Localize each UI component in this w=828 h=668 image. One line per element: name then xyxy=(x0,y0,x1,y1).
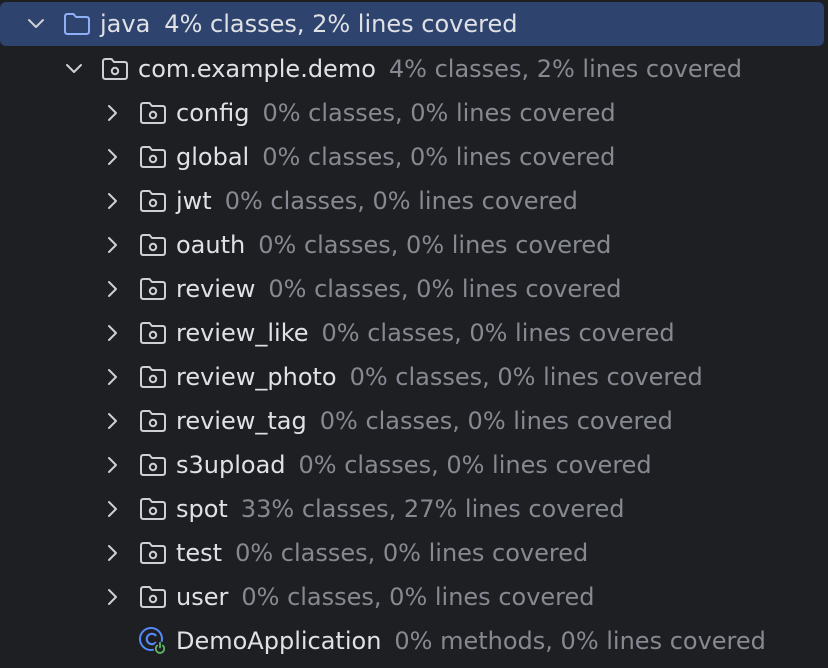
tree-row-name: test xyxy=(176,539,223,567)
chevron-right-icon[interactable] xyxy=(102,279,122,299)
spring-boot-class-icon xyxy=(138,627,168,655)
tree-row-s3upload[interactable]: s3upload 0% classes, 0% lines covered xyxy=(0,443,828,487)
package-icon xyxy=(138,408,168,434)
package-icon xyxy=(100,56,130,82)
tree-row-name: user xyxy=(176,583,229,611)
tree-row-java[interactable]: java 4% classes, 2% lines covered xyxy=(0,2,824,46)
coverage-text: 0% classes, 0% lines covered xyxy=(349,363,703,391)
coverage-text: 0% classes, 0% lines covered xyxy=(319,407,673,435)
coverage-text: 0% classes, 0% lines covered xyxy=(298,451,652,479)
package-icon xyxy=(138,364,168,390)
tree-row-review[interactable]: review 0% classes, 0% lines covered xyxy=(0,267,828,311)
coverage-text: 0% classes, 0% lines covered xyxy=(262,99,616,127)
package-icon xyxy=(138,496,168,522)
package-icon xyxy=(138,144,168,170)
tree-row-name: s3upload xyxy=(176,451,286,479)
tree-row-review-photo[interactable]: review_photo 0% classes, 0% lines covere… xyxy=(0,355,828,399)
tree-row-name: review_tag xyxy=(176,407,307,435)
tree-row-com-example-demo[interactable]: com.example.demo 4% classes, 2% lines co… xyxy=(0,47,828,91)
package-icon xyxy=(138,100,168,126)
chevron-right-icon[interactable] xyxy=(102,543,122,563)
package-icon xyxy=(138,452,168,478)
tree-row-config[interactable]: config 0% classes, 0% lines covered xyxy=(0,91,828,135)
coverage-text: 0% methods, 0% lines covered xyxy=(394,627,766,655)
tree-row-name: review_like xyxy=(176,319,309,347)
coverage-text: 0% classes, 0% lines covered xyxy=(235,539,589,567)
tree-row-name: global xyxy=(176,143,250,171)
chevron-right-icon[interactable] xyxy=(102,323,122,343)
package-icon xyxy=(138,188,168,214)
tree-row-name: DemoApplication xyxy=(176,627,382,655)
chevron-right-icon[interactable] xyxy=(102,147,122,167)
folder-icon xyxy=(62,11,92,37)
chevron-right-icon[interactable] xyxy=(102,235,122,255)
coverage-text: 0% classes, 0% lines covered xyxy=(258,231,612,259)
chevron-right-icon[interactable] xyxy=(102,103,122,123)
tree-row-name: jwt xyxy=(176,187,212,215)
tree-row-review-like[interactable]: review_like 0% classes, 0% lines covered xyxy=(0,311,828,355)
package-icon xyxy=(138,232,168,258)
tree-row-name: java xyxy=(100,10,151,38)
coverage-text: 33% classes, 27% lines covered xyxy=(240,495,625,523)
chevron-right-icon[interactable] xyxy=(102,499,122,519)
coverage-text: 0% classes, 0% lines covered xyxy=(241,583,595,611)
tree-row-global[interactable]: global 0% classes, 0% lines covered xyxy=(0,135,828,179)
package-icon xyxy=(138,540,168,566)
tree-row-name: review_photo xyxy=(176,363,337,391)
coverage-text: 4% classes, 2% lines covered xyxy=(388,55,743,83)
coverage-text: 0% classes, 0% lines covered xyxy=(262,143,616,171)
chevron-right-icon[interactable] xyxy=(102,411,122,431)
tree-row-name: oauth xyxy=(176,231,246,259)
tree-row-spot[interactable]: spot 33% classes, 27% lines covered xyxy=(0,487,828,531)
tree-row-user[interactable]: user 0% classes, 0% lines covered xyxy=(0,575,828,619)
tree-row-name: review xyxy=(176,275,256,303)
tree-row-review-tag[interactable]: review_tag 0% classes, 0% lines covered xyxy=(0,399,828,443)
tree-row-name: spot xyxy=(176,495,228,523)
chevron-right-icon[interactable] xyxy=(102,587,122,607)
tree-row-test[interactable]: test 0% classes, 0% lines covered xyxy=(0,531,828,575)
tree-row-demo-application[interactable]: DemoApplication 0% methods, 0% lines cov… xyxy=(0,619,828,663)
tree-row-jwt[interactable]: jwt 0% classes, 0% lines covered xyxy=(0,179,828,223)
coverage-text: 4% classes, 2% lines covered xyxy=(164,10,518,38)
package-icon xyxy=(138,320,168,346)
chevron-right-icon[interactable] xyxy=(102,455,122,475)
chevron-right-icon[interactable] xyxy=(102,367,122,387)
tree-row-name: com.example.demo xyxy=(138,55,376,83)
tree-row-name: config xyxy=(176,99,250,127)
package-icon xyxy=(138,276,168,302)
coverage-text: 0% classes, 0% lines covered xyxy=(224,187,578,215)
chevron-right-icon[interactable] xyxy=(102,191,122,211)
tree-row-oauth[interactable]: oauth 0% classes, 0% lines covered xyxy=(0,223,828,267)
chevron-down-icon[interactable] xyxy=(26,14,46,34)
coverage-text: 0% classes, 0% lines covered xyxy=(268,275,622,303)
coverage-tree: java 4% classes, 2% lines covered com.ex… xyxy=(0,0,828,668)
chevron-down-icon[interactable] xyxy=(64,59,84,79)
coverage-text: 0% classes, 0% lines covered xyxy=(321,319,675,347)
package-icon xyxy=(138,584,168,610)
